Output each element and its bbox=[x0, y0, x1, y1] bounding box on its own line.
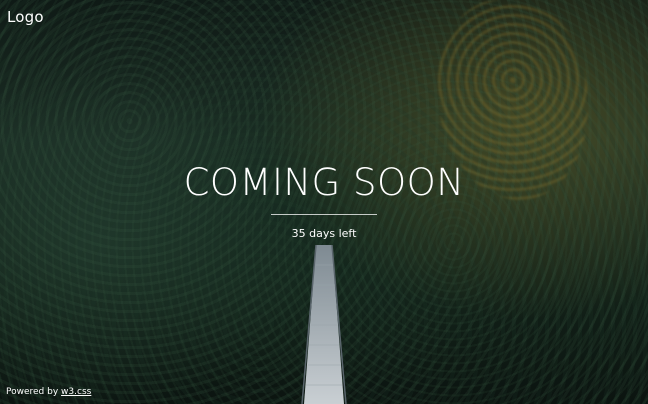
countdown-text: 35 days left bbox=[291, 227, 357, 240]
logo[interactable]: Logo bbox=[7, 8, 44, 26]
powered-by-label: Powered by bbox=[6, 387, 59, 397]
footer: Powered by w3.css bbox=[6, 387, 91, 397]
coming-soon-page: Logo COMING SOON 35 days left Powered by… bbox=[0, 0, 648, 404]
suspension-bridge-image bbox=[298, 245, 350, 404]
w3css-link[interactable]: w3.css bbox=[61, 387, 91, 397]
title-divider bbox=[271, 214, 377, 215]
hero-content: COMING SOON 35 days left bbox=[0, 160, 648, 240]
page-title: COMING SOON bbox=[183, 161, 465, 204]
